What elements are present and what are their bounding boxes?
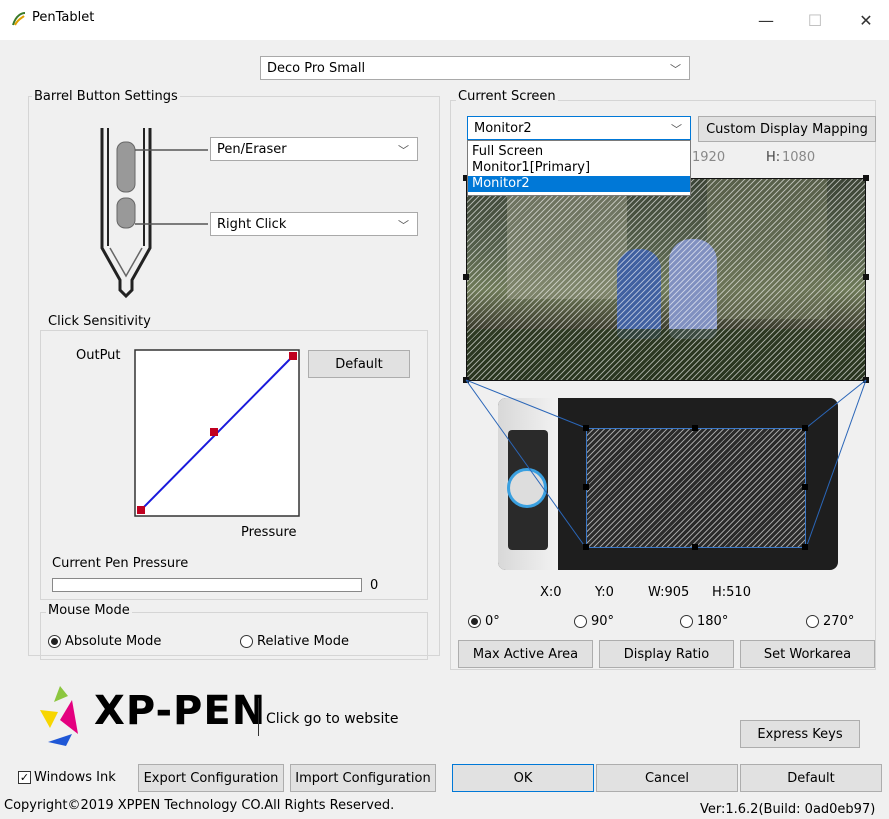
chevron-down-icon: ﹀ — [398, 219, 409, 232]
active-area-handles — [583, 425, 808, 550]
work-area-h: H:510 — [712, 585, 751, 600]
screen-group-label: Current Screen — [456, 89, 558, 104]
maximize-button[interactable]: ☐ — [795, 6, 835, 34]
windows-ink-label: Windows Ink — [34, 770, 116, 785]
ok-button[interactable]: OK — [452, 764, 594, 792]
rotation-90-label: 90° — [591, 614, 615, 629]
import-configuration-button[interactable]: Import Configuration — [290, 764, 436, 792]
curve-point-mid — [210, 428, 218, 436]
mouse-mode-group-label: Mouse Mode — [46, 603, 132, 618]
rotation-270-radio[interactable] — [806, 615, 819, 628]
rotation-270-option[interactable]: 270° — [806, 614, 854, 629]
barrel-group-label: Barrel Button Settings — [32, 89, 180, 104]
monitor-select-value: Monitor2 — [474, 120, 532, 136]
device-select-value: Deco Pro Small — [267, 60, 366, 76]
monitor-option-monitor1[interactable]: Monitor1[Primary] — [468, 160, 690, 176]
pen-pressure-label: Current Pen Pressure — [52, 556, 189, 571]
rotation-270-label: 270° — [823, 614, 855, 629]
default-curve-button[interactable]: Default — [308, 350, 410, 378]
relative-mode-radio[interactable] — [240, 635, 253, 648]
rotation-0-option[interactable]: 0° — [468, 614, 500, 629]
rotation-0-label: 0° — [485, 614, 500, 629]
device-select[interactable]: Deco Pro Small ﹀ — [260, 56, 690, 80]
monitor-select[interactable]: Monitor2 ﹀ — [467, 116, 691, 140]
pen-pressure-bar — [52, 578, 362, 592]
upper-button-value: Pen/Eraser — [217, 141, 287, 157]
windows-ink-option[interactable]: ✓ Windows Ink — [18, 770, 116, 785]
pressure-label: Pressure — [241, 525, 297, 540]
rotation-180-label: 180° — [697, 614, 729, 629]
cancel-button[interactable]: Cancel — [596, 764, 738, 792]
xp-pen-logo-icon[interactable] — [38, 684, 98, 746]
windows-ink-checkbox[interactable]: ✓ — [18, 771, 31, 784]
work-area-y: Y:0 — [595, 585, 614, 600]
pressure-curve-graph[interactable] — [134, 349, 300, 517]
website-link[interactable]: Click go to website — [266, 711, 398, 727]
copyright-text: Copyright©2019 XPPEN Technology CO.All R… — [4, 798, 395, 813]
max-active-area-button[interactable]: Max Active Area — [458, 640, 593, 668]
express-keys-button[interactable]: Express Keys — [740, 720, 860, 748]
work-area-w: W:905 — [648, 585, 690, 600]
minimize-button[interactable]: — — [746, 6, 786, 34]
monitor-dropdown-list[interactable]: Full Screen Monitor1[Primary] Monitor2 — [467, 140, 691, 196]
chevron-down-icon: ﹀ — [671, 123, 682, 136]
absolute-mode-label: Absolute Mode — [65, 634, 162, 649]
chevron-down-icon: ﹀ — [670, 63, 681, 76]
curve-point-start — [137, 506, 145, 514]
screen-height-label: H: — [766, 150, 781, 165]
output-label: OutPut — [76, 348, 121, 363]
rotation-90-option[interactable]: 90° — [574, 614, 614, 629]
export-configuration-button[interactable]: Export Configuration — [138, 764, 284, 792]
version-text: Ver:1.6.2(Build: 0ad0eb97) — [700, 802, 876, 817]
relative-mode-label: Relative Mode — [257, 634, 349, 649]
close-button[interactable]: ✕ — [846, 6, 886, 34]
pen-pressure-value: 0 — [370, 578, 379, 593]
sensitivity-group-label: Click Sensitivity — [46, 314, 153, 329]
logo-divider — [258, 698, 259, 736]
window-title: PenTablet — [32, 10, 95, 25]
upper-button-select[interactable]: Pen/Eraser ﹀ — [210, 137, 418, 161]
rotation-180-option[interactable]: 180° — [680, 614, 728, 629]
rotation-90-radio[interactable] — [574, 615, 587, 628]
display-ratio-button[interactable]: Display Ratio — [599, 640, 734, 668]
relative-mode-option[interactable]: Relative Mode — [240, 634, 349, 649]
screen-width-value: 1920 — [692, 150, 726, 165]
curve-point-end — [289, 352, 297, 360]
set-workarea-button[interactable]: Set Workarea — [740, 640, 875, 668]
lower-button-value: Right Click — [217, 216, 287, 232]
pen-illustration — [100, 128, 208, 299]
work-area-x: X:0 — [540, 585, 562, 600]
absolute-mode-radio[interactable] — [48, 635, 61, 648]
pentablet-app-icon — [12, 12, 26, 26]
monitor-option-monitor2[interactable]: Monitor2 — [468, 176, 690, 192]
rotation-180-radio[interactable] — [680, 615, 693, 628]
default-button[interactable]: Default — [740, 764, 882, 792]
screen-height-value: 1080 — [782, 150, 816, 165]
screen-handles — [463, 175, 869, 383]
custom-display-mapping-button[interactable]: Custom Display Mapping — [698, 116, 876, 142]
xp-pen-logo-text[interactable]: XP-PEN — [94, 688, 266, 734]
monitor-option-full-screen[interactable]: Full Screen — [468, 144, 690, 160]
rotation-0-radio[interactable] — [468, 615, 481, 628]
lower-button-select[interactable]: Right Click ﹀ — [210, 212, 418, 236]
chevron-down-icon: ﹀ — [398, 144, 409, 157]
absolute-mode-option[interactable]: Absolute Mode — [48, 634, 161, 649]
